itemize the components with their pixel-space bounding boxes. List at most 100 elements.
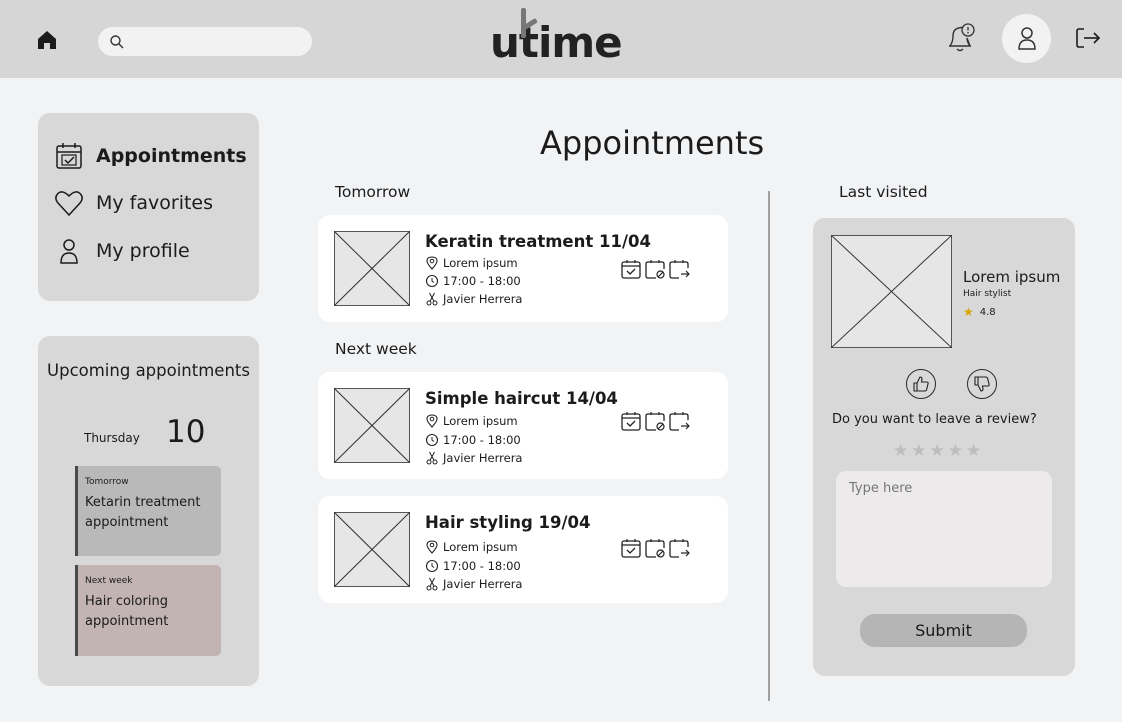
review-input[interactable] [836, 471, 1052, 587]
search-bar[interactable] [98, 27, 312, 56]
upcoming-item-when: Next week [85, 576, 133, 586]
calendar-reschedule-icon[interactable] [668, 258, 690, 280]
appointment-time: 17:00 - 18:00 [425, 559, 521, 573]
appointment-title: Keratin treatment 11/04 [425, 232, 651, 251]
appointment-stylist: Javier Herrera [425, 577, 522, 591]
appointment-card[interactable]: Simple haircut 14/04 Lorem ipsum 17:00 -… [318, 372, 728, 479]
dislike-button[interactable] [967, 369, 997, 399]
heart-icon [55, 191, 83, 217]
section-label-next-week: Next week [335, 340, 417, 358]
calendar-cancel-icon[interactable] [644, 537, 666, 559]
appointment-location-text: Lorem ipsum [443, 414, 518, 428]
last-visited-label: Last visited [839, 183, 928, 201]
appointment-title: Hair styling 19/04 [425, 513, 591, 532]
calendar-reschedule-icon[interactable] [668, 410, 690, 432]
calendar-check-icon[interactable] [620, 537, 642, 559]
appointment-time: 17:00 - 18:00 [425, 274, 521, 288]
appointment-stylist: Javier Herrera [425, 451, 522, 465]
calendar-check-icon[interactable] [620, 258, 642, 280]
appointment-card[interactable]: Hair styling 19/04 Lorem ipsum 17:00 - 1… [318, 496, 728, 603]
star-icon[interactable]: ★ [930, 442, 945, 460]
stylist-rating: ★ 4.8 [963, 305, 996, 319]
last-visited-card: Lorem ipsum Hair stylist ★ 4.8 Do you wa… [813, 218, 1075, 676]
clock-icon [425, 559, 439, 573]
section-label-tomorrow: Tomorrow [335, 183, 411, 201]
upcoming-item[interactable]: Next week Hair coloring appointment [75, 565, 221, 656]
submit-button[interactable]: Submit [860, 614, 1027, 647]
user-icon [1018, 27, 1036, 50]
appointment-actions [620, 537, 690, 559]
logo: utime [490, 8, 640, 68]
calendar-check-icon [56, 143, 82, 169]
stylist-role: Hair stylist [963, 289, 1012, 299]
calendar-reschedule-icon[interactable] [668, 537, 690, 559]
clock-icon [425, 433, 439, 447]
review-question: Do you want to leave a review? [832, 412, 1037, 427]
search-input[interactable] [132, 27, 302, 56]
image-placeholder [334, 512, 410, 587]
appointment-actions [620, 258, 690, 280]
appointment-location: Lorem ipsum [425, 540, 518, 554]
upcoming-title: Upcoming appointments [47, 361, 250, 380]
profile-button[interactable] [1002, 14, 1051, 63]
star-icon[interactable]: ★ [911, 442, 926, 460]
bell-alert-icon[interactable] [942, 20, 978, 56]
rating-value: 4.8 [979, 306, 996, 318]
search-icon [109, 34, 125, 50]
like-button[interactable] [906, 369, 936, 399]
location-pin-icon [426, 256, 438, 270]
appointment-location: Lorem ipsum [425, 256, 518, 270]
calendar-cancel-icon[interactable] [644, 410, 666, 432]
logo-text: utime [490, 18, 623, 67]
page-title: Appointments [540, 124, 765, 162]
sidebar-item-label: Appointments [96, 145, 247, 167]
thumbs-down-icon [974, 376, 990, 392]
location-pin-icon [426, 414, 438, 428]
appointment-stylist-text: Javier Herrera [443, 292, 523, 306]
calendar-check-icon[interactable] [620, 410, 642, 432]
calendar-cancel-icon[interactable] [644, 258, 666, 280]
appointment-title: Simple haircut 14/04 [425, 389, 618, 408]
appointment-time-text: 17:00 - 18:00 [443, 274, 521, 288]
appointment-stylist-text: Javier Herrera [443, 451, 523, 465]
image-placeholder [831, 235, 952, 348]
clock-icon [425, 274, 439, 288]
star-icon: ★ [963, 305, 974, 319]
upcoming-day-number: 10 [166, 414, 206, 450]
star-icon[interactable]: ★ [893, 442, 908, 460]
star-icon[interactable]: ★ [948, 442, 963, 460]
location-pin-icon [426, 540, 438, 554]
appointment-actions [620, 410, 690, 432]
upcoming-item-title: Ketarin treatment appointment [85, 495, 201, 530]
appointment-time-text: 17:00 - 18:00 [443, 433, 521, 447]
appointment-time: 17:00 - 18:00 [425, 433, 521, 447]
sidebar-item-label: My profile [96, 240, 190, 262]
appointment-stylist-text: Javier Herrera [443, 577, 523, 591]
star-icon[interactable]: ★ [966, 442, 981, 460]
appointment-time-text: 17:00 - 18:00 [443, 559, 521, 573]
thumbs-up-icon [913, 376, 929, 392]
upcoming-item-title: Hair coloring appointment [85, 594, 169, 629]
upcoming-item[interactable]: Tomorrow Ketarin treatment appointment [75, 466, 221, 556]
sidebar-item-appointments[interactable]: Appointments [54, 140, 247, 172]
user-icon [60, 239, 78, 264]
stylist-name: Lorem ipsum [963, 268, 1061, 286]
image-placeholder [334, 388, 410, 463]
image-placeholder [334, 231, 410, 306]
upcoming-day-name: Thursday [84, 431, 140, 445]
appointment-card[interactable]: Keratin treatment 11/04 Lorem ipsum 17:0… [318, 215, 728, 322]
top-bar: utime [0, 0, 1122, 78]
appointment-location: Lorem ipsum [425, 414, 518, 428]
sidebar-item-favorites[interactable]: My favorites [54, 187, 213, 219]
sidebar-item-label: My favorites [96, 192, 214, 214]
appointment-stylist: Javier Herrera [425, 292, 522, 306]
star-rating-input: ★ ★ ★ ★ ★ [893, 442, 981, 460]
appointment-location-text: Lorem ipsum [443, 256, 518, 270]
scissors-icon [426, 577, 438, 591]
sidebar-item-profile[interactable]: My profile [54, 235, 190, 267]
scissors-icon [426, 451, 438, 465]
appointment-location-text: Lorem ipsum [443, 540, 518, 554]
logout-icon[interactable] [1074, 25, 1102, 51]
upcoming-appointments-card: Upcoming appointments Thursday 10 Tomorr… [38, 336, 259, 686]
home-icon[interactable] [35, 28, 59, 52]
